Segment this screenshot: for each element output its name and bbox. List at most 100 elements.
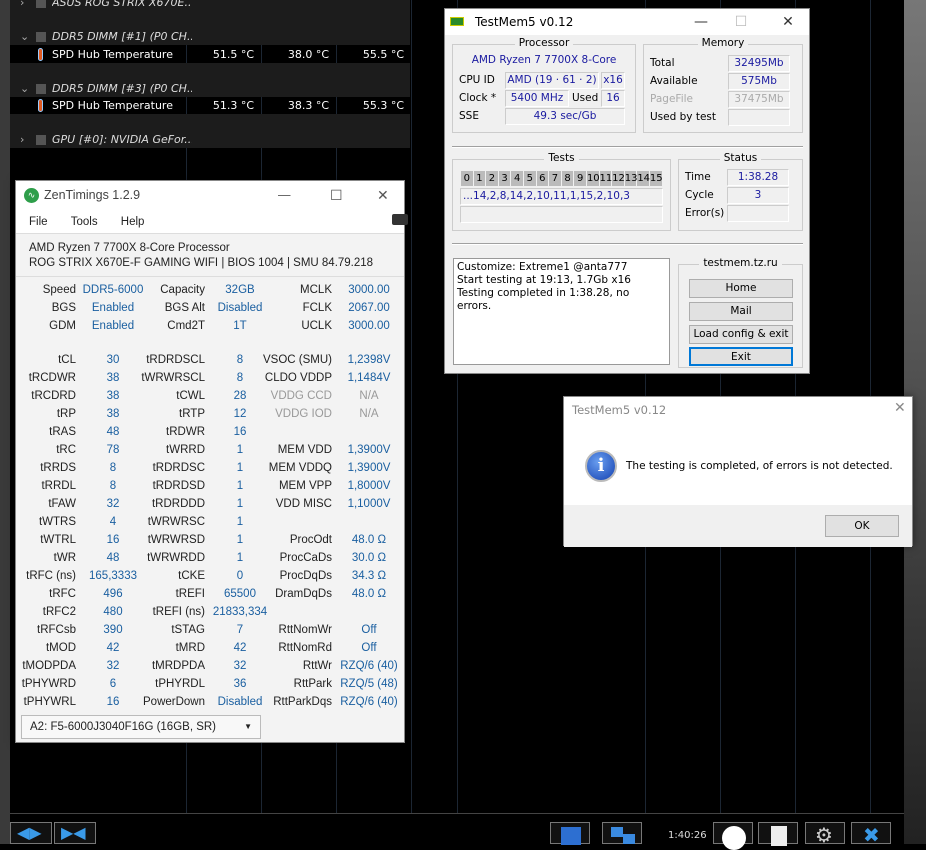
close-button[interactable]: ✕ xyxy=(768,9,808,35)
report-icon[interactable] xyxy=(758,822,798,846)
timing-label: DramDqDs xyxy=(275,588,332,600)
test-indicator: 6 xyxy=(536,171,549,186)
log-box[interactable]: Customize: Extreme1 @anta777 Start testi… xyxy=(453,258,670,365)
chip-icon xyxy=(36,135,46,145)
sensor-name: SPD Hub Temperature xyxy=(52,99,173,112)
timing-value: RZQ/5 (48) xyxy=(340,678,398,690)
monitor-icon[interactable] xyxy=(550,822,590,845)
ok-button[interactable]: OK xyxy=(825,515,899,537)
timing-value: 48.0 Ω xyxy=(351,588,387,600)
timing-label: tRDRDSD xyxy=(152,480,205,492)
clock-icon[interactable] xyxy=(713,822,753,850)
forward-arrows-icon[interactable]: ▶◀ xyxy=(54,822,96,844)
timing-label: tCWL xyxy=(176,390,205,402)
exit-button[interactable]: Exit xyxy=(689,347,793,366)
chevron-right-icon[interactable]: › xyxy=(20,131,24,148)
separator xyxy=(452,146,803,148)
timing-label: Cmd2T xyxy=(167,320,205,332)
sse-value: 49.3 sec/Gb xyxy=(505,108,625,125)
thermometer-icon xyxy=(38,48,43,61)
timing-value: Off xyxy=(361,624,377,636)
minimize-button[interactable]: — xyxy=(278,181,291,209)
info-icon: i xyxy=(585,450,617,482)
timing-label: tMODPDA xyxy=(22,660,76,672)
group-name: DDR5 DIMM [#3] (P0 CH... xyxy=(52,82,192,95)
chevron-right-icon[interactable]: › xyxy=(20,0,24,11)
blank-row xyxy=(10,114,410,131)
timing-label: tPHYWRL xyxy=(23,696,76,708)
pagefile-label: PageFile xyxy=(650,93,693,105)
screenshot-camera-icon[interactable] xyxy=(392,214,408,225)
usedby-label: Used by test xyxy=(650,111,716,123)
maximize-button[interactable]: ☐ xyxy=(330,181,343,209)
zentimings-titlebar[interactable]: ∿ ZenTimings 1.2.9 — ☐ ✕ xyxy=(16,181,404,211)
test-indicator: 3 xyxy=(498,171,511,186)
timing-label: tCL xyxy=(58,354,76,366)
board-info: ROG STRIX X670E-F GAMING WIFI | BIOS 100… xyxy=(29,257,374,269)
chevron-down-icon[interactable]: ⌄ xyxy=(20,28,29,45)
timing-value: 1,3900V xyxy=(347,444,391,456)
timing-label: MCLK xyxy=(300,284,332,296)
sensor-group-row[interactable]: ⌄ DDR5 DIMM [#3] (P0 CH... xyxy=(10,80,410,97)
timing-value: 1,8000V xyxy=(347,480,391,492)
processor-name: AMD Ryzen 7 7700X 8-Core xyxy=(471,54,617,66)
available-value: 575Mb xyxy=(728,73,790,90)
cpu-name: AMD Ryzen 7 7700X 8-Core Processor xyxy=(29,242,230,254)
menu-help[interactable]: Help xyxy=(121,216,145,228)
sensor-row[interactable]: SPD Hub Temperature 51.5 °C 38.0 °C 55.5 °C xyxy=(10,46,410,63)
settings-gear-icon[interactable]: ⚙ xyxy=(805,822,845,847)
network-icon[interactable] xyxy=(602,822,642,844)
zentimings-logo-icon: ∿ xyxy=(24,188,39,203)
dialog-footer: OK xyxy=(564,505,912,547)
sensor-group-row[interactable]: › GPU [#0]: NVIDIA GeFor... xyxy=(10,131,410,148)
timing-label: ProcCaDs xyxy=(279,552,332,564)
timing-value: RZQ/6 (40) xyxy=(340,660,398,672)
mail-button[interactable]: Mail xyxy=(689,302,793,321)
timing-label: tRFC xyxy=(49,588,76,600)
testmem-titlebar[interactable]: TestMem5 v0.12 — ☐ ✕ xyxy=(445,9,809,35)
timing-value: Off xyxy=(361,642,377,654)
timing-value: 1 xyxy=(236,516,244,528)
cycle-label: Cycle xyxy=(685,189,714,201)
errors-value xyxy=(727,205,789,222)
timing-label: tWTRS xyxy=(38,516,76,528)
sensor-row[interactable]: SPD Hub Temperature 51.3 °C 38.3 °C 55.3 °C xyxy=(10,97,410,114)
timing-label: tPHYRDL xyxy=(155,678,205,690)
timing-label: RttNomRd xyxy=(278,642,332,654)
timing-label: tFAW xyxy=(48,498,76,510)
sensor-group-row[interactable]: ⌄ DDR5 DIMM [#1] (P0 CH... xyxy=(10,28,410,45)
timing-label: tMOD xyxy=(45,642,76,654)
maximize-button: ☐ xyxy=(734,14,748,30)
chevron-down-icon[interactable]: ⌄ xyxy=(20,80,29,97)
timing-label: tCKE xyxy=(178,570,205,582)
timing-label: tRFCsb xyxy=(37,624,76,636)
menu-bar: File Tools Help xyxy=(16,211,408,234)
home-button[interactable]: Home xyxy=(689,279,793,298)
test-indicator: 8 xyxy=(561,171,574,186)
processor-group: Processor AMD Ryzen 7 7700X 8-Core CPU I… xyxy=(452,37,636,133)
group-caption: Status xyxy=(719,152,762,164)
timing-value: 48.0 Ω xyxy=(351,534,387,546)
minimize-button[interactable]: — xyxy=(681,9,721,35)
used-value: 16 xyxy=(601,90,625,107)
timing-value: 1,2398V xyxy=(347,354,391,366)
errors-label: Error(s) xyxy=(685,207,725,219)
max-value: 55.3 °C xyxy=(362,99,404,112)
sensor-group-row[interactable]: › ASUS ROG STRIX X670E... xyxy=(10,0,410,11)
dialog-title: TestMem5 v0.12 xyxy=(572,403,667,417)
menu-file[interactable]: File xyxy=(29,216,48,228)
back-arrows-icon[interactable]: ◀▶ xyxy=(10,822,52,844)
menu-tools[interactable]: Tools xyxy=(71,216,98,228)
close-x-icon[interactable]: ✖ xyxy=(851,822,891,847)
test-indicator: 7 xyxy=(549,171,561,186)
close-button[interactable]: ✕ xyxy=(894,400,906,416)
timing-label: RttNomWr xyxy=(278,624,332,636)
log-line: Testing completed in 1:38.28, no errors. xyxy=(457,287,630,312)
load-config-exit-button[interactable]: Load config & exit xyxy=(689,325,793,344)
min-value: 38.3 °C xyxy=(287,99,329,112)
timing-label: tRC xyxy=(56,444,76,456)
module-select[interactable]: A2: F5-6000J3040F16G (16GB, SR) ▼ xyxy=(21,715,261,739)
total-value: 32495Mb xyxy=(728,55,790,72)
close-button[interactable]: ✕ xyxy=(377,181,389,209)
group-caption: testmem.tz.ru xyxy=(699,257,782,269)
